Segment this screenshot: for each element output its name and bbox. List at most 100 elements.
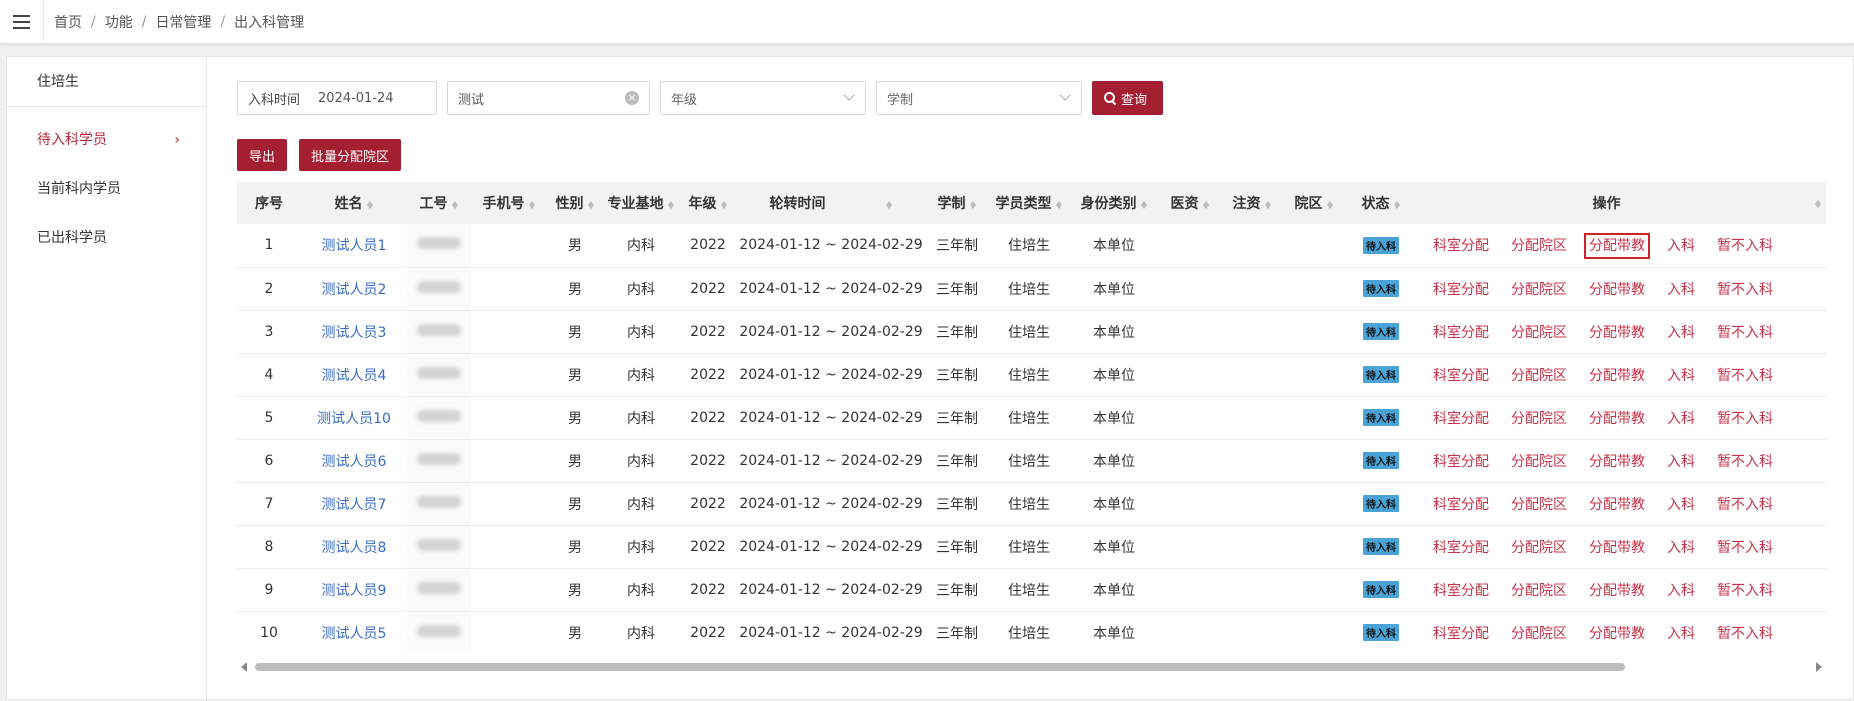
cell-name[interactable]: 测试人员2: [301, 267, 407, 311]
cell-name[interactable]: 测试人员1: [301, 224, 407, 268]
cell-name[interactable]: 测试人员10: [301, 396, 407, 440]
assign-teacher-link[interactable]: 分配带教: [1589, 497, 1645, 513]
query-button[interactable]: 查询: [1092, 81, 1163, 115]
assign-campus-link[interactable]: 分配院区: [1511, 325, 1567, 341]
defer-entry-link[interactable]: 暂不入科: [1717, 583, 1773, 599]
defer-entry-link[interactable]: 暂不入科: [1717, 497, 1773, 513]
table-row[interactable]: 7 测试人员7 男内科 2022 2024-01-12 ~ 2024-02-29 三年制住…: [237, 482, 1826, 526]
defer-entry-link[interactable]: 暂不入科: [1717, 626, 1773, 642]
header-identity[interactable]: 身份类别: [1069, 182, 1159, 224]
header-funding[interactable]: 注资: [1221, 182, 1283, 224]
export-button[interactable]: 导出: [237, 139, 288, 171]
assign-dept-link[interactable]: 科室分配: [1433, 325, 1489, 341]
assign-teacher-link[interactable]: 分配带教: [1589, 411, 1645, 427]
assign-campus-link[interactable]: 分配院区: [1511, 282, 1567, 298]
assign-teacher-link[interactable]: 分配带教: [1589, 626, 1645, 642]
defer-entry-link[interactable]: 暂不入科: [1717, 454, 1773, 470]
header-type[interactable]: 学员类型: [989, 182, 1069, 224]
table-row[interactable]: 6 测试人员6 男内科 2022 2024-01-12 ~ 2024-02-29 三年制住…: [237, 439, 1826, 483]
header-base[interactable]: 专业基地: [603, 182, 679, 224]
entry-date-field[interactable]: 入科时间 2024-01-24: [237, 81, 437, 115]
table-row[interactable]: 10 测试人员5 男内科 2022 2024-01-12 ~ 2024-02-29 三年制…: [237, 611, 1826, 652]
assign-dept-link[interactable]: 科室分配: [1433, 368, 1489, 384]
scroll-right-icon[interactable]: [1816, 662, 1822, 672]
assign-teacher-link[interactable]: 分配带教: [1589, 454, 1645, 470]
assign-campus-link[interactable]: 分配院区: [1511, 583, 1567, 599]
assign-dept-link[interactable]: 科室分配: [1433, 411, 1489, 427]
enter-dept-link[interactable]: 入科: [1667, 368, 1695, 384]
sidebar-item-current[interactable]: 当前科内学员: [7, 165, 206, 214]
header-id[interactable]: 工号: [407, 182, 471, 224]
cell-name[interactable]: 测试人员6: [301, 439, 407, 483]
sidebar-item-exited[interactable]: 已出科学员: [7, 214, 206, 263]
header-campus[interactable]: 院区: [1283, 182, 1345, 224]
horizontal-scrollbar[interactable]: [237, 660, 1826, 674]
system-select[interactable]: 学制: [876, 81, 1082, 115]
breadcrumb-daily[interactable]: 日常管理: [155, 12, 211, 32]
table-row[interactable]: 2 测试人员2 男内科 2022 2024-01-12 ~ 2024-02-29 三年制住…: [237, 267, 1826, 311]
assign-dept-link[interactable]: 科室分配: [1433, 540, 1489, 556]
defer-entry-link[interactable]: 暂不入科: [1717, 411, 1773, 427]
cell-name[interactable]: 测试人员5: [301, 611, 407, 652]
breadcrumb-function[interactable]: 功能: [105, 12, 133, 32]
assign-teacher-link[interactable]: 分配带教: [1589, 368, 1645, 384]
cell-name[interactable]: 测试人员9: [301, 568, 407, 612]
batch-assign-campus-button[interactable]: 批量分配院区: [299, 139, 402, 171]
assign-campus-link[interactable]: 分配院区: [1511, 368, 1567, 384]
assign-teacher-link[interactable]: 分配带教: [1589, 325, 1645, 341]
grade-select[interactable]: 年级: [660, 81, 866, 115]
assign-teacher-link[interactable]: 分配带教: [1589, 282, 1645, 298]
table-row[interactable]: 1 测试人员1 男内科 2022 2024-01-12 ~ 2024-02-29 三年制住…: [237, 224, 1826, 268]
hamburger-icon[interactable]: [0, 0, 44, 44]
sidebar-item-pending[interactable]: 待入科学员 ›: [7, 116, 206, 165]
cell-name[interactable]: 测试人员7: [301, 482, 407, 526]
assign-campus-link[interactable]: 分配院区: [1511, 626, 1567, 642]
cell-name[interactable]: 测试人员4: [301, 353, 407, 397]
assign-campus-link[interactable]: 分配院区: [1511, 411, 1567, 427]
assign-dept-link[interactable]: 科室分配: [1433, 626, 1489, 642]
enter-dept-link[interactable]: 入科: [1667, 411, 1695, 427]
enter-dept-link[interactable]: 入科: [1667, 626, 1695, 642]
scrollbar-track[interactable]: [255, 663, 1808, 671]
assign-campus-link[interactable]: 分配院区: [1511, 454, 1567, 470]
clear-icon[interactable]: ×: [625, 91, 639, 105]
enter-dept-link[interactable]: 入科: [1667, 282, 1695, 298]
table-row[interactable]: 3 测试人员3 男内科 2022 2024-01-12 ~ 2024-02-29 三年制住…: [237, 310, 1826, 354]
enter-dept-link[interactable]: 入科: [1667, 325, 1695, 341]
assign-campus-link[interactable]: 分配院区: [1511, 540, 1567, 556]
header-grade[interactable]: 年级: [679, 182, 737, 224]
assign-dept-link[interactable]: 科室分配: [1433, 583, 1489, 599]
assign-dept-link[interactable]: 科室分配: [1433, 282, 1489, 298]
enter-dept-link[interactable]: 入科: [1667, 497, 1695, 513]
header-operations[interactable]: 操作: [1417, 182, 1826, 224]
assign-dept-link[interactable]: 科室分配: [1433, 497, 1489, 513]
header-period[interactable]: 轮转时间: [737, 182, 925, 224]
defer-entry-link[interactable]: 暂不入科: [1717, 238, 1773, 254]
name-search-input[interactable]: 测试 ×: [447, 81, 650, 115]
table-row[interactable]: 8 测试人员8 男内科 2022 2024-01-12 ~ 2024-02-29 三年制住…: [237, 525, 1826, 569]
header-status[interactable]: 状态: [1345, 182, 1417, 224]
assign-dept-link[interactable]: 科室分配: [1433, 238, 1489, 254]
table-row[interactable]: 4 测试人员4 男内科 2022 2024-01-12 ~ 2024-02-29 三年制住…: [237, 353, 1826, 397]
enter-dept-link[interactable]: 入科: [1667, 238, 1695, 254]
scrollbar-thumb[interactable]: [255, 663, 1625, 671]
defer-entry-link[interactable]: 暂不入科: [1717, 325, 1773, 341]
scroll-left-icon[interactable]: [241, 662, 247, 672]
breadcrumb-home[interactable]: 首页: [54, 12, 82, 32]
cell-name[interactable]: 测试人员3: [301, 310, 407, 354]
assign-campus-link[interactable]: 分配院区: [1511, 497, 1567, 513]
defer-entry-link[interactable]: 暂不入科: [1717, 282, 1773, 298]
assign-teacher-link[interactable]: 分配带教: [1589, 583, 1645, 599]
header-system[interactable]: 学制: [925, 182, 989, 224]
defer-entry-link[interactable]: 暂不入科: [1717, 540, 1773, 556]
defer-entry-link[interactable]: 暂不入科: [1717, 368, 1773, 384]
assign-campus-link[interactable]: 分配院区: [1511, 238, 1567, 254]
header-gender[interactable]: 性别: [547, 182, 603, 224]
enter-dept-link[interactable]: 入科: [1667, 583, 1695, 599]
assign-teacher-link[interactable]: 分配带教: [1584, 233, 1650, 260]
header-name[interactable]: 姓名: [301, 182, 407, 224]
header-phone[interactable]: 手机号: [471, 182, 547, 224]
assign-dept-link[interactable]: 科室分配: [1433, 454, 1489, 470]
assign-teacher-link[interactable]: 分配带教: [1589, 540, 1645, 556]
enter-dept-link[interactable]: 入科: [1667, 540, 1695, 556]
